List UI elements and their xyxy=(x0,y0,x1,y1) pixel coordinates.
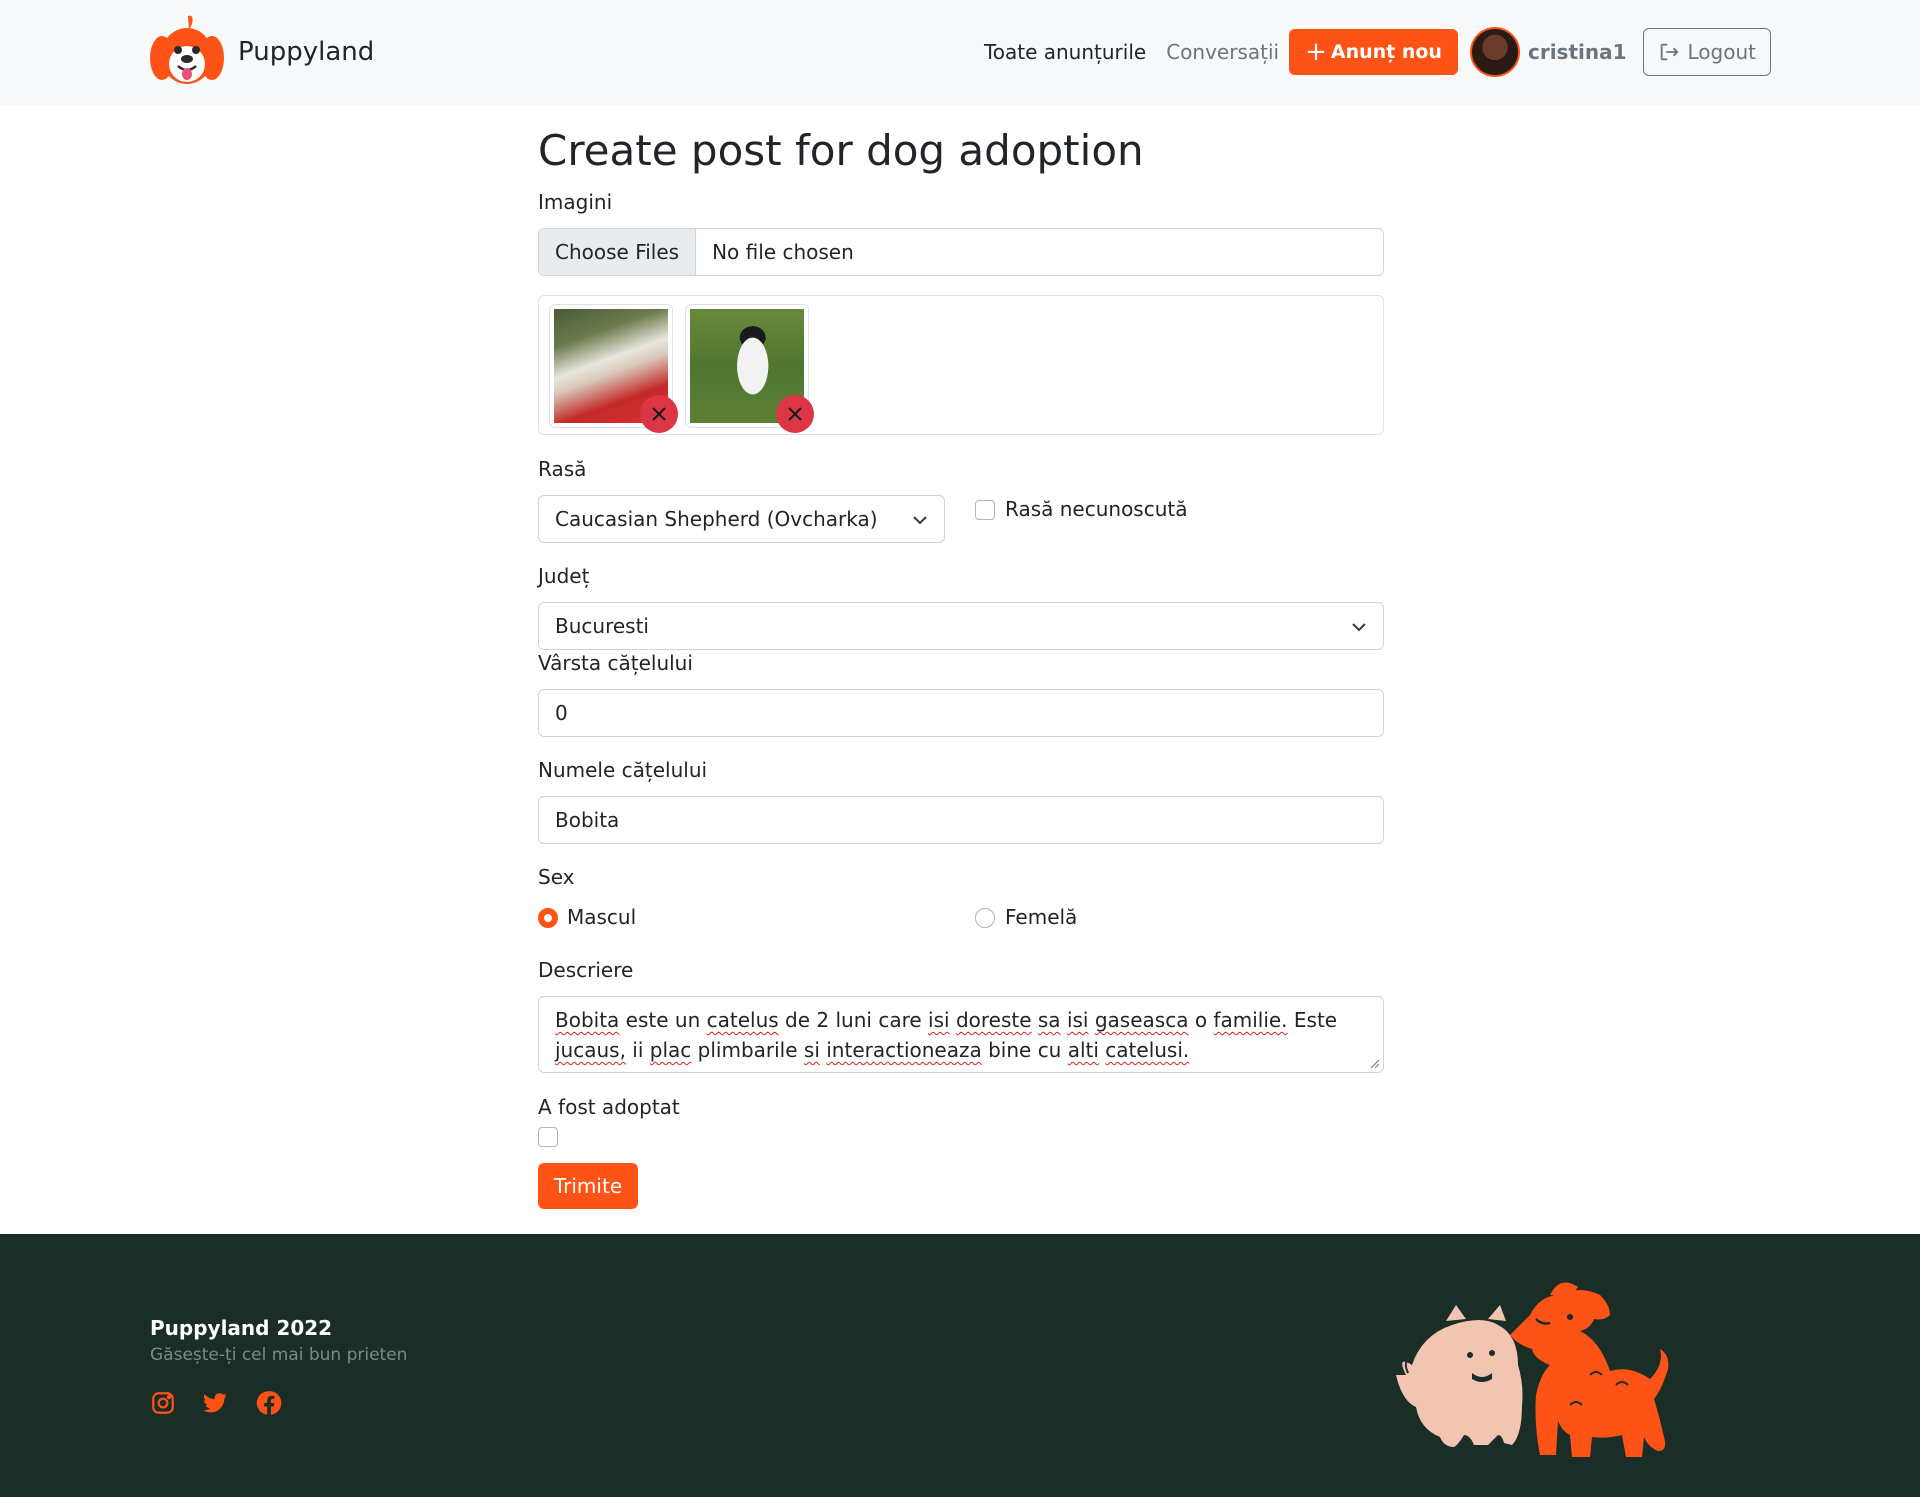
logout-button[interactable]: Logout xyxy=(1642,28,1771,76)
misspelled-word: alti xyxy=(1067,1038,1099,1062)
adopted-checkbox[interactable] xyxy=(538,1127,558,1147)
county-label: Județ xyxy=(538,564,590,588)
facebook-icon[interactable] xyxy=(256,1390,282,1416)
misspelled-word: si xyxy=(803,1038,820,1062)
choose-files-button[interactable]: Choose Files xyxy=(539,229,697,275)
nav-links: Toate anunțurile Conversații + Anunț nou… xyxy=(984,27,1771,77)
dogs-illustration xyxy=(1396,1282,1669,1457)
close-icon xyxy=(788,407,802,421)
new-post-button[interactable]: + Anunț nou xyxy=(1289,29,1458,75)
footer-title: Puppyland 2022 xyxy=(150,1316,333,1340)
sex-female-label: Femelă xyxy=(1005,905,1078,929)
avatar[interactable] xyxy=(1469,27,1520,77)
submit-button[interactable]: Trimite xyxy=(538,1163,638,1209)
puppy-logo-icon xyxy=(150,15,224,84)
description-text: Bobita este un catelus de 2 luni care is… xyxy=(555,1008,1338,1062)
breed-select[interactable]: Caucasian Shepherd (Ovcharka) xyxy=(538,495,945,543)
logout-icon xyxy=(1660,43,1679,61)
unknown-breed-label: Rasă necunoscută xyxy=(1005,497,1188,521)
age-input[interactable]: 0 xyxy=(538,689,1384,737)
misspelled-word: gaseasca xyxy=(1094,1008,1189,1032)
file-status: No file chosen xyxy=(712,240,854,264)
sex-label: Sex xyxy=(538,865,575,889)
misspelled-word: doreste xyxy=(955,1008,1032,1032)
footer-subtitle: Găsește-ți cel mai bun prieten xyxy=(150,1345,408,1365)
description-textarea[interactable]: Bobita este un catelus de 2 luni care is… xyxy=(538,996,1384,1073)
misspelled-word: sa xyxy=(1037,1008,1061,1032)
sex-male-radio[interactable] xyxy=(538,908,558,928)
twitter-icon[interactable] xyxy=(202,1390,228,1416)
breed-value: Caucasian Shepherd (Ovcharka) xyxy=(555,507,878,531)
logout-label: Logout xyxy=(1687,40,1756,64)
username[interactable]: cristina1 xyxy=(1528,40,1627,64)
age-label: Vârsta cățelului xyxy=(538,651,693,675)
name-label: Numele cățelului xyxy=(538,758,708,782)
remove-image-button[interactable] xyxy=(776,395,814,433)
plus-icon: + xyxy=(1305,37,1327,67)
file-input[interactable]: Choose Files No file chosen xyxy=(538,228,1384,276)
new-post-label: Anunț nou xyxy=(1330,41,1442,63)
chevron-down-icon xyxy=(913,516,927,525)
remove-image-button[interactable] xyxy=(640,395,678,433)
breed-label: Rasă xyxy=(538,457,587,481)
chevron-down-icon xyxy=(1352,623,1366,632)
resize-handle-icon[interactable] xyxy=(1370,1059,1380,1069)
nav-conversations[interactable]: Conversații xyxy=(1166,40,1279,64)
name-input[interactable]: Bobita xyxy=(538,796,1384,844)
unknown-breed-checkbox[interactable] xyxy=(975,500,995,520)
misspelled-word: catelusi. xyxy=(1105,1038,1190,1062)
brand-name: Puppyland xyxy=(238,37,375,67)
instagram-icon[interactable] xyxy=(150,1390,176,1416)
page-title: Create post for dog adoption xyxy=(538,126,1144,175)
navbar: Puppyland Toate anunțurile Conversații +… xyxy=(0,0,1920,105)
brand[interactable]: Puppyland xyxy=(148,14,374,90)
image-thumbnail xyxy=(685,304,814,433)
misspelled-word: jucaus, xyxy=(555,1038,626,1062)
misspelled-word: Bobita xyxy=(555,1008,620,1032)
sex-male-label: Mascul xyxy=(567,905,637,929)
adopted-label: A fost adoptat xyxy=(538,1095,680,1119)
misspelled-word: isi xyxy=(1066,1008,1089,1032)
close-icon xyxy=(652,407,666,421)
misspelled-word: catelus xyxy=(706,1008,779,1032)
image-thumbnail xyxy=(549,304,678,433)
images-label: Imagini xyxy=(538,190,613,214)
sex-female-radio[interactable] xyxy=(975,908,995,928)
misspelled-word: familie. xyxy=(1213,1008,1288,1032)
misspelled-word: interactioneaza xyxy=(826,1038,982,1062)
description-label: Descriere xyxy=(538,958,634,982)
county-value: Bucuresti xyxy=(555,614,649,638)
misspelled-word: isi xyxy=(928,1008,950,1032)
county-select[interactable]: Bucuresti xyxy=(538,602,1384,650)
misspelled-word: plac xyxy=(649,1038,692,1062)
nav-all-posts[interactable]: Toate anunțurile xyxy=(984,40,1146,64)
image-gallery xyxy=(538,295,1384,435)
